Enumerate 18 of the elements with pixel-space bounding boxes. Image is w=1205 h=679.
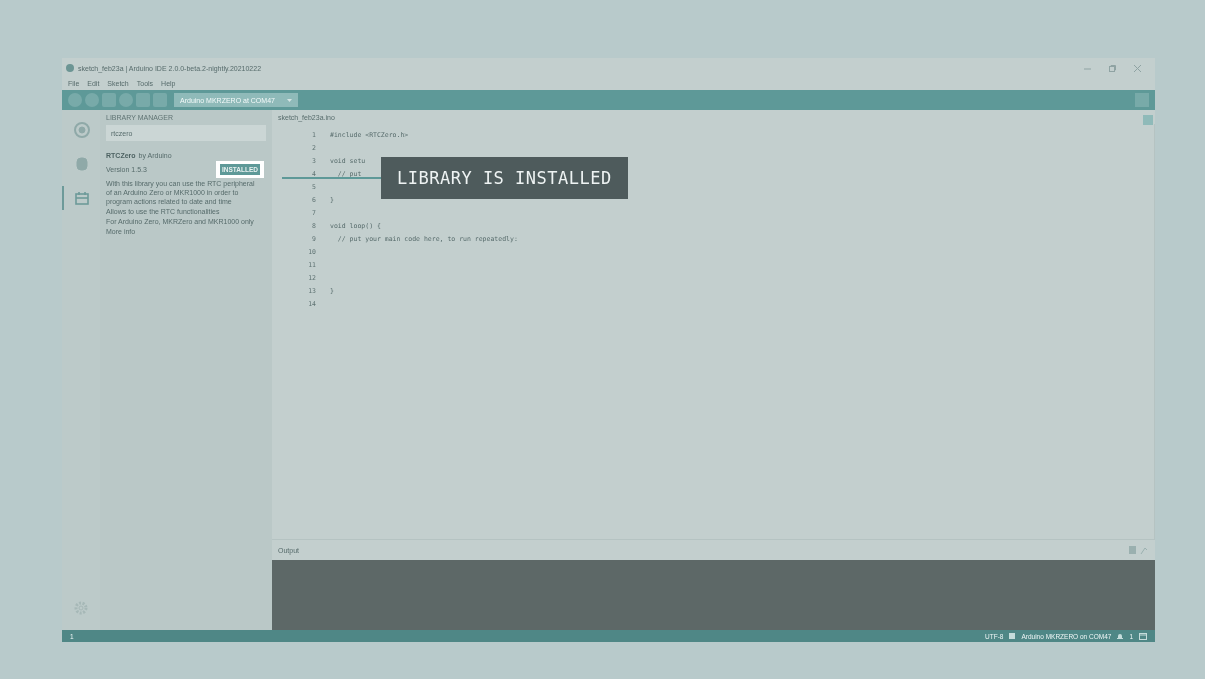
- calendar-icon: [73, 189, 91, 207]
- app-logo-icon: [66, 64, 74, 72]
- verify-button[interactable]: [68, 93, 82, 107]
- open-button[interactable]: [136, 93, 150, 107]
- tab-menu-button[interactable]: [1143, 115, 1153, 125]
- debug-button[interactable]: [102, 93, 116, 107]
- circle-icon: [73, 121, 91, 139]
- callout-label: LIBRARY IS INSTALLED: [381, 157, 628, 199]
- restore-icon[interactable]: [1109, 64, 1116, 72]
- serial-monitor-button[interactable]: [1135, 93, 1149, 107]
- caret-icon: [286, 98, 292, 102]
- save-button[interactable]: [153, 93, 167, 107]
- upload-button[interactable]: [85, 93, 99, 107]
- gear-button[interactable]: [119, 93, 133, 107]
- window-icon[interactable]: [1139, 632, 1147, 640]
- output-controls-icon[interactable]: [1129, 546, 1149, 554]
- close-icon[interactable]: [1134, 64, 1141, 72]
- bell-icon[interactable]: [1117, 632, 1124, 640]
